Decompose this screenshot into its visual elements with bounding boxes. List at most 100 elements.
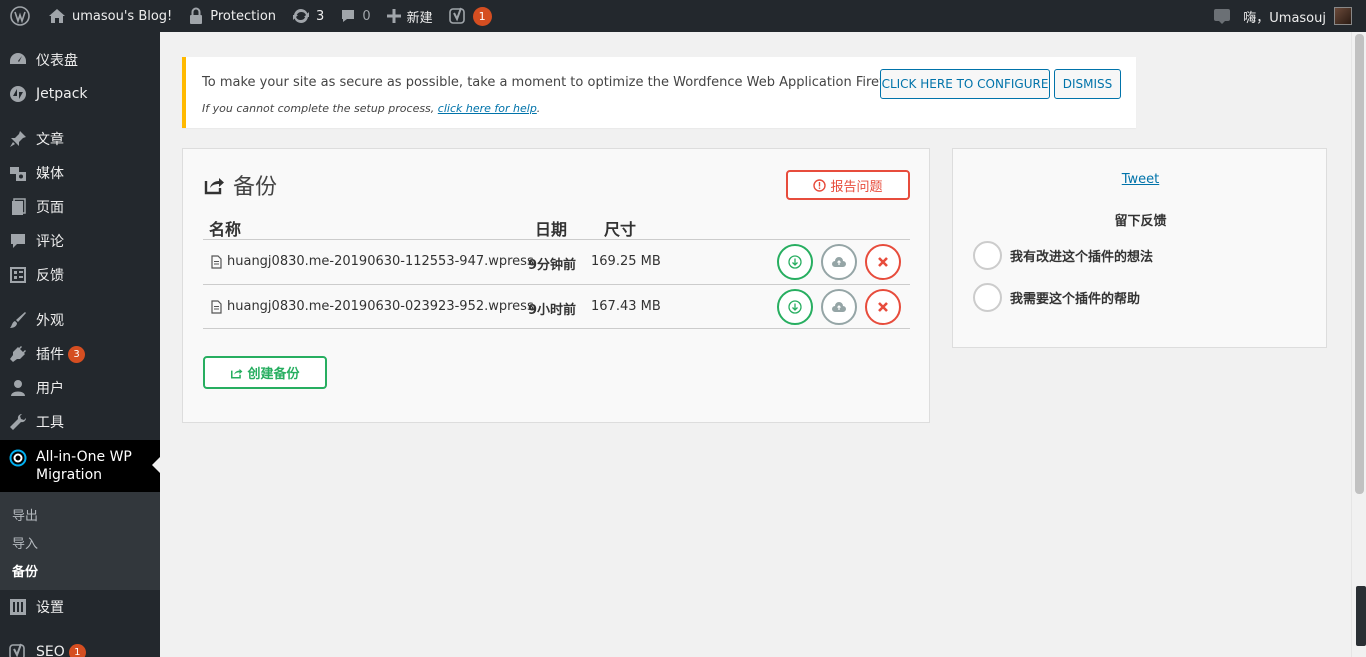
delete-button[interactable] [865, 289, 901, 325]
plugins-update-badge: 3 [68, 345, 85, 363]
feedback-option-help[interactable]: 我需要这个插件的帮助 [973, 283, 1140, 312]
download-button[interactable] [777, 244, 813, 280]
admin-bar: umasou's Blog! Protection 3 0 新建 1 嗨，Uma… [0, 0, 1366, 32]
sidebar-item-plugins[interactable]: 插件 3 [0, 337, 160, 371]
feedback-option-idea[interactable]: 我有改进这个插件的想法 [973, 241, 1153, 270]
sidebar-item-label: 评论 [36, 234, 64, 250]
backups-panel: 备份 报告问题 名称 日期 尺寸 huangj0830.me-20190630-… [182, 148, 930, 423]
sidebar-item-feedback[interactable]: 反馈 [0, 258, 160, 292]
file-icon [211, 299, 222, 314]
submenu-item-import[interactable]: 导入 [12, 533, 38, 552]
create-backup-button[interactable]: 创建备份 [203, 356, 327, 389]
close-icon [878, 257, 888, 267]
sidebar-item-tools[interactable]: 工具 [0, 405, 160, 439]
user-greeting[interactable]: 嗨，Umasouj [1243, 7, 1326, 26]
sidebar-item-label: 外观 [36, 313, 64, 329]
plugin-icon [0, 345, 36, 363]
new-content-menu[interactable]: 新建 [379, 0, 441, 32]
migration-submenu: 导出 导入 备份 [0, 492, 160, 590]
sidebar-item-all-in-one-wp-migration[interactable]: All-in-One WP Migration [0, 440, 160, 492]
backup-filename: huangj0830.me-20190630-112553-947.wpress [211, 254, 534, 269]
page-icon [0, 198, 36, 216]
table-row: huangj0830.me-20190630-112553-947.wpress… [203, 239, 910, 284]
notice-help-prefix: If you cannot complete the setup process… [202, 102, 435, 115]
sidebar-item-media[interactable]: 媒体 [0, 156, 160, 190]
pin-icon [0, 130, 36, 148]
side-widget [1356, 586, 1366, 646]
sidebar-item-seo[interactable]: SEO 1 [0, 635, 160, 657]
home-icon [49, 9, 65, 23]
file-icon [211, 254, 222, 269]
submenu-item-backups[interactable]: 备份 [12, 561, 38, 580]
close-icon [878, 302, 888, 312]
notification-icon[interactable] [1213, 7, 1231, 25]
site-name-menu[interactable]: umasou's Blog! [40, 0, 180, 32]
column-header-name: 名称 [209, 220, 242, 239]
comments-menu[interactable]: 0 [332, 0, 378, 32]
scrollbar-thumb[interactable] [1355, 34, 1364, 494]
protection-menu[interactable]: Protection [180, 0, 284, 32]
restore-button[interactable] [821, 289, 857, 325]
current-menu-arrow [152, 457, 160, 473]
restore-button[interactable] [821, 244, 857, 280]
sidebar-item-label: All-in-One WP Migration [36, 449, 132, 483]
share-icon [231, 368, 243, 378]
backup-date: 9小时前 [528, 303, 577, 318]
updates-icon [293, 9, 310, 23]
comments-count: 0 [362, 8, 371, 24]
sidebar-item-label: 页面 [36, 200, 64, 216]
yoast-badge: 1 [472, 6, 492, 26]
share-icon [204, 178, 224, 195]
feedback-radio[interactable] [973, 241, 1002, 270]
backup-filename-text: huangj0830.me-20190630-112553-947.wpress [227, 254, 534, 269]
sidebar-item-label: 工具 [36, 415, 64, 431]
download-button[interactable] [777, 289, 813, 325]
backup-size: 167.43 MB [591, 299, 661, 314]
report-issue-label: 报告问题 [830, 179, 883, 195]
sidebar-item-comments[interactable]: 评论 [0, 224, 160, 258]
alert-icon [813, 178, 827, 192]
sidebar-item-users[interactable]: 用户 [0, 371, 160, 405]
sidebar-item-label: 设置 [36, 600, 64, 616]
feedback-icon [0, 266, 36, 284]
page-title-text: 备份 [233, 175, 278, 200]
sidebar-item-pages[interactable]: 页面 [0, 190, 160, 224]
sidebar-item-label: 用户 [36, 381, 64, 397]
wordpress-logo-menu[interactable] [0, 0, 40, 32]
updates-count: 3 [316, 8, 325, 24]
yoast-menu[interactable]: 1 [441, 0, 500, 32]
migration-icon [0, 440, 36, 467]
sidebar-item-settings[interactable]: 设置 [0, 590, 160, 624]
backup-date: 9分钟前 [528, 258, 577, 273]
media-icon [0, 164, 36, 182]
comment-icon [0, 232, 36, 250]
sidebar-item-label: Jetpack [36, 86, 88, 102]
notice-message: To make your site as secure as possible,… [202, 75, 910, 90]
sidebar-item-posts[interactable]: 文章 [0, 122, 160, 156]
avatar[interactable] [1334, 7, 1352, 25]
tweet-link[interactable]: Tweet [953, 172, 1328, 187]
yoast-icon [0, 643, 36, 657]
sidebar-item-label: 反馈 [36, 268, 64, 284]
help-link[interactable]: click here for help [438, 102, 537, 115]
feedback-radio[interactable] [973, 283, 1002, 312]
sidebar-item-jetpack[interactable]: Jetpack [0, 77, 160, 111]
updates-menu[interactable]: 3 [284, 0, 332, 32]
new-label: 新建 [406, 10, 433, 26]
download-icon [788, 255, 802, 269]
jetpack-icon [0, 85, 36, 103]
submenu-item-export[interactable]: 导出 [12, 505, 38, 524]
protection-label: Protection [210, 8, 277, 24]
sidebar-item-dashboard[interactable]: 仪表盘 [0, 43, 160, 77]
feedback-title: 留下反馈 [1114, 214, 1167, 229]
column-header-size: 尺寸 [604, 220, 637, 239]
report-issue-button[interactable]: 报告问题 [786, 170, 910, 200]
delete-button[interactable] [865, 244, 901, 280]
sidebar-item-appearance[interactable]: 外观 [0, 303, 160, 337]
dismiss-button[interactable]: DISMISS [1054, 69, 1121, 99]
configure-firewall-button[interactable]: CLICK HERE TO CONFIGURE [880, 69, 1050, 99]
wordpress-logo-icon [10, 6, 30, 26]
page-title: 备份 [203, 169, 277, 201]
page-scrollbar[interactable] [1351, 32, 1366, 657]
backup-size: 169.25 MB [591, 254, 661, 269]
